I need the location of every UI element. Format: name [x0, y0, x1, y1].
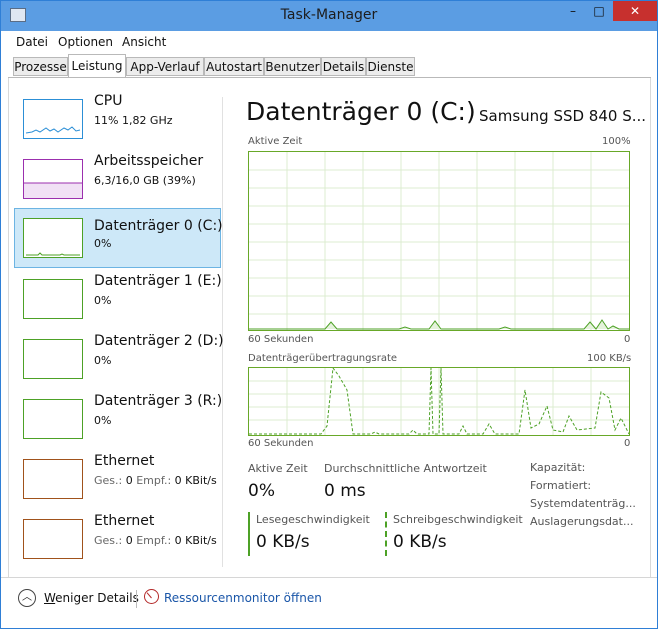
sidebar-item-value: 0% [94, 414, 112, 427]
sidebar-item-value: 0% [94, 354, 112, 367]
disk-1-thumbnail-graph [23, 279, 83, 319]
send-label: Ges.: [94, 534, 123, 547]
graph2-label: Datenträgerübertragungsrate [248, 353, 398, 364]
sidebar-item-value: Ges.: 0 Empf.: 0 KBit/s [94, 534, 217, 547]
write-speed-marker [385, 512, 387, 556]
sidebar-divider[interactable] [222, 97, 223, 567]
sidebar-item-disk-3[interactable]: Datenträger 3 (R:) 0% [14, 390, 223, 450]
minimize-button[interactable]: – [560, 1, 586, 21]
sidebar-item-value: 11% 1,82 GHz [94, 114, 173, 127]
property-formatted: Formatiert: [530, 479, 592, 492]
sidebar-item-label: CPU [94, 93, 123, 109]
tab-app-verlauf[interactable]: App-Verlauf [126, 57, 204, 76]
sidebar-item-memory[interactable]: Arbeitsspeicher 6,3/16,0 GB (39%) [14, 150, 221, 210]
detail-title: Datenträger 0 (C:) [246, 97, 476, 126]
sidebar-item-label: Datenträger 1 (E:) [94, 273, 222, 289]
tab-leistung[interactable]: Leistung [68, 54, 126, 77]
menu-ansicht[interactable]: Ansicht [122, 35, 166, 49]
sidebar-item-label: Datenträger 0 (C:) [94, 218, 223, 234]
sidebar-item-label: Ethernet [94, 513, 155, 529]
sidebar-item-value: 0% [94, 237, 112, 250]
sidebar-item-disk-0[interactable]: Datenträger 0 (C:) 0% [14, 208, 223, 268]
property-capacity: Kapazität: [530, 461, 586, 474]
property-system-disk: Systemdatenträg... [530, 497, 636, 510]
footer-bar: ︿ Weniger Details Ressourcenmonitor öffn… [1, 578, 657, 628]
write-speed-label: Schreibgeschwindigkeit [393, 513, 523, 526]
receive-value: 0 KBit/s [174, 534, 217, 547]
menu-datei[interactable]: Datei [16, 35, 48, 49]
disk-2-thumbnail-graph [23, 339, 83, 379]
sidebar-item-value: Ges.: 0 Empf.: 0 KBit/s [94, 474, 217, 487]
tab-prozesse[interactable]: Prozesse [13, 57, 68, 76]
disk-0-thumbnail-graph [23, 218, 83, 258]
receive-value: 0 KBit/s [174, 474, 217, 487]
tab-details[interactable]: Details [321, 57, 366, 76]
transfer-rate-graph [248, 366, 630, 436]
menu-optionen[interactable]: Optionen [58, 35, 113, 49]
send-value: 0 [125, 534, 133, 547]
title-bar[interactable]: Task-Manager – □ ✕ [1, 1, 657, 31]
maximize-button[interactable]: □ [586, 1, 612, 21]
graph1-time-label: 60 Sekunden [248, 334, 314, 345]
response-time-label: Durchschnittliche Antwortzeit [324, 462, 487, 475]
graph2-min: 0 [624, 438, 631, 449]
resource-monitor-link[interactable]: Ressourcenmonitor öffnen [164, 591, 322, 605]
property-page-file: Auslagerungsdat... [530, 515, 634, 528]
receive-label: Empf.: [136, 534, 172, 547]
active-time-graph-svg [249, 152, 629, 330]
collapse-chevron-icon[interactable]: ︿ [18, 589, 36, 607]
write-speed-value: 0 KB/s [393, 532, 447, 552]
read-speed-value: 0 KB/s [256, 532, 310, 552]
sidebar-item-label: Arbeitsspeicher [94, 153, 204, 169]
sidebar-item-value: 6,3/16,0 GB (39%) [94, 174, 196, 187]
send-value: 0 [125, 474, 133, 487]
graph2-time-label: 60 Sekunden [248, 438, 314, 449]
graph1-min: 0 [624, 334, 631, 345]
response-time-value: 0 ms [324, 481, 366, 501]
disk-model: Samsung SSD 840 S... [479, 107, 647, 125]
tab-autostart[interactable]: Autostart [204, 57, 264, 76]
receive-label: Empf.: [136, 474, 172, 487]
task-manager-window: Task-Manager – □ ✕ Datei Optionen Ansich… [0, 0, 658, 629]
cpu-thumbnail-graph [23, 99, 83, 139]
ethernet-1-thumbnail-graph [23, 459, 83, 499]
active-time-graph [248, 151, 630, 331]
sidebar-item-ethernet-2[interactable]: Ethernet Ges.: 0 Empf.: 0 KBit/s [14, 510, 221, 570]
tab-benutzer[interactable]: Benutzer [264, 57, 321, 76]
footer-separator [136, 590, 137, 608]
send-label: Ges.: [94, 474, 123, 487]
read-speed-marker [248, 512, 250, 556]
tab-dienste[interactable]: Dienste [366, 57, 415, 76]
sidebar-item-disk-1[interactable]: Datenträger 1 (E:) 0% [14, 270, 222, 330]
transfer-rate-graph-svg [249, 366, 630, 435]
graph1-max: 100% [602, 136, 631, 147]
memory-thumbnail-graph [23, 159, 83, 199]
graph1-label: Aktive Zeit [248, 136, 303, 147]
resource-monitor-icon[interactable] [144, 589, 159, 604]
less-details-button[interactable]: Weniger Details [44, 591, 139, 605]
active-time-label: Aktive Zeit [248, 462, 308, 475]
close-button[interactable]: ✕ [613, 1, 657, 21]
window-title: Task-Manager [280, 7, 378, 23]
sidebar-item-ethernet-1[interactable]: Ethernet Ges.: 0 Empf.: 0 KBit/s [14, 450, 221, 510]
active-time-value: 0% [248, 481, 275, 501]
sidebar-item-label: Datenträger 2 (D:) [94, 333, 224, 349]
disk-3-thumbnail-graph [23, 399, 83, 439]
read-speed-label: Lesegeschwindigkeit [256, 513, 370, 526]
sidebar-item-disk-2[interactable]: Datenträger 2 (D:) 0% [14, 330, 224, 390]
ethernet-2-thumbnail-graph [23, 519, 83, 559]
sidebar-item-cpu[interactable]: CPU 11% 1,82 GHz [14, 90, 221, 150]
sidebar-item-value: 0% [94, 294, 112, 307]
sidebar-item-label: Ethernet [94, 453, 155, 469]
graph2-max: 100 KB/s [587, 353, 632, 364]
sidebar-item-label: Datenträger 3 (R:) [94, 393, 223, 409]
